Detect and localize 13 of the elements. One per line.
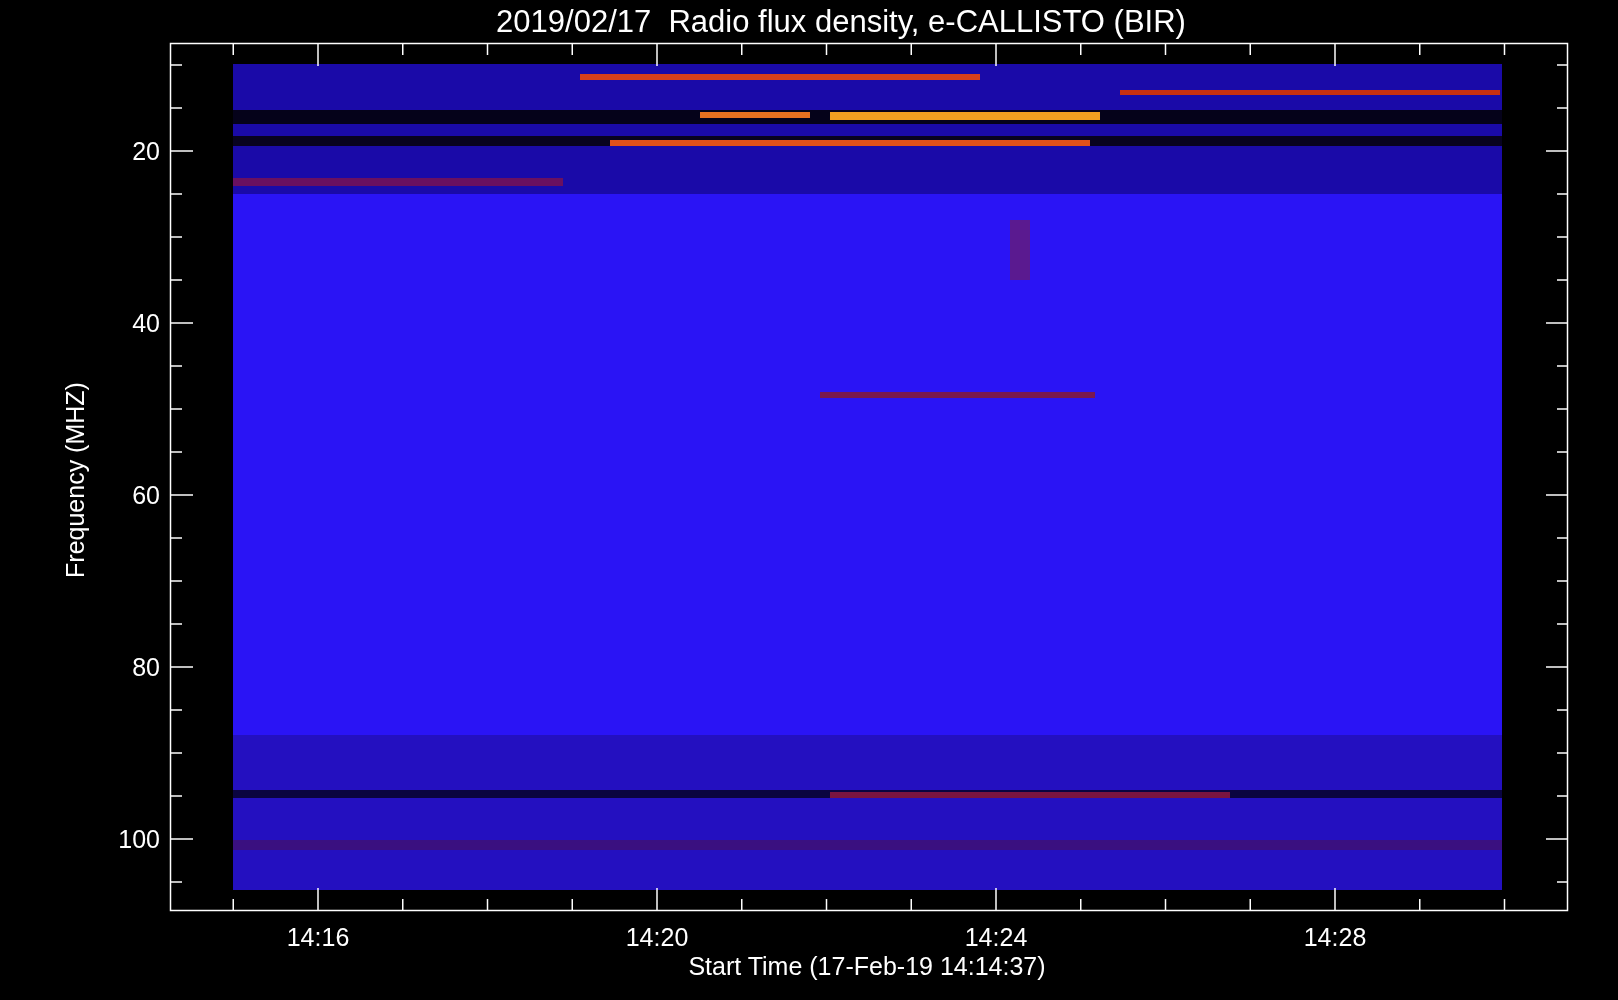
y-tick-label: 100 (118, 825, 160, 853)
signal-burst (1010, 220, 1030, 280)
x-axis-title: Start Time (17-Feb-19 14:14:37) (688, 952, 1046, 980)
y-tick-label: 60 (132, 481, 160, 509)
y-tick-label: 80 (132, 653, 160, 681)
x-tick-label: 14:24 (964, 923, 1028, 951)
chart-title: 2019/02/17 Radio flux density, e-CALLISTO (BIR) (496, 4, 1186, 39)
y-tick-label: 20 (132, 137, 160, 165)
x-tick-label: 14:28 (1303, 923, 1367, 951)
x-tick-label: 14:20 (625, 923, 689, 951)
y-tick-label: 40 (132, 309, 160, 337)
x-tick-label: 14:16 (286, 923, 350, 951)
y-axis-title: Frequency (MHZ) (61, 382, 89, 578)
